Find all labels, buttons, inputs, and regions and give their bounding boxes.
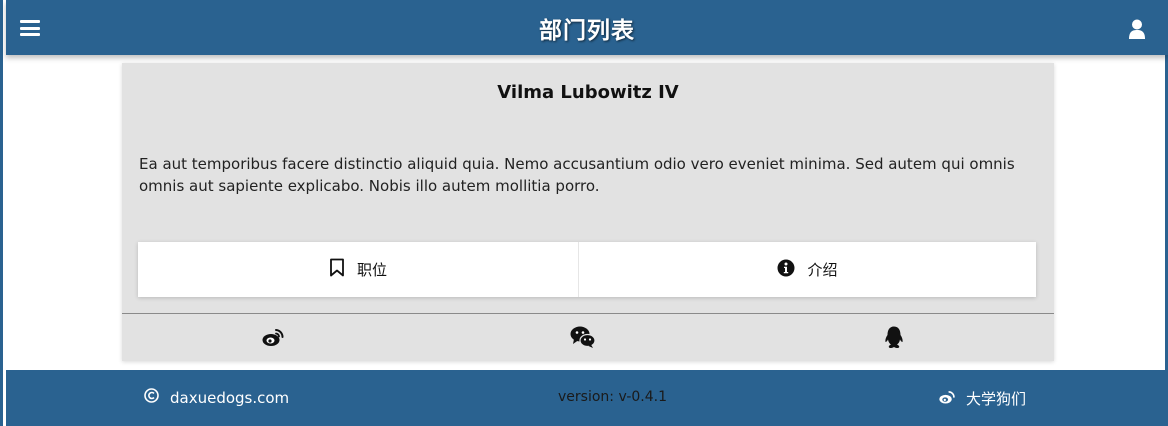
user-icon[interactable] <box>1128 19 1146 39</box>
page-title: 部门列表 <box>539 17 635 44</box>
footer-site-label: daxuedogs.com <box>170 388 290 407</box>
positions-button-label: 职位 <box>356 261 387 279</box>
info-circle-icon <box>777 259 795 281</box>
card-divider <box>122 313 1054 314</box>
weibo-icon[interactable] <box>261 325 285 349</box>
wechat-icon[interactable] <box>570 325 596 349</box>
qq-icon[interactable] <box>882 325 906 349</box>
social-links <box>122 325 1054 351</box>
intro-button[interactable]: 介绍 <box>579 242 1036 297</box>
department-card: Vilma Lubowitz IV Ea aut temporibus face… <box>122 63 1054 361</box>
bookmark-icon <box>329 258 345 281</box>
footer-brand-link[interactable]: 大学狗们 <box>938 388 1026 409</box>
footer: daxuedogs.com version: v-0.4.1 大学狗们 <box>6 370 1168 426</box>
footer-brand-label: 大学狗们 <box>966 390 1027 408</box>
hamburger-menu-icon[interactable] <box>20 20 40 36</box>
footer-version: version: v-0.4.1 <box>558 389 668 405</box>
copyright-icon <box>144 388 159 407</box>
department-name: Vilma Lubowitz IV <box>497 82 679 103</box>
positions-button[interactable]: 职位 <box>138 242 579 297</box>
intro-button-label: 介绍 <box>807 261 838 279</box>
card-actions: 职位 介绍 <box>138 242 1036 297</box>
footer-site: daxuedogs.com <box>144 388 289 407</box>
top-navbar: 部门列表 <box>6 0 1168 55</box>
department-description: Ea aut temporibus facere distinctio aliq… <box>139 155 1015 195</box>
weibo-icon <box>938 389 956 409</box>
